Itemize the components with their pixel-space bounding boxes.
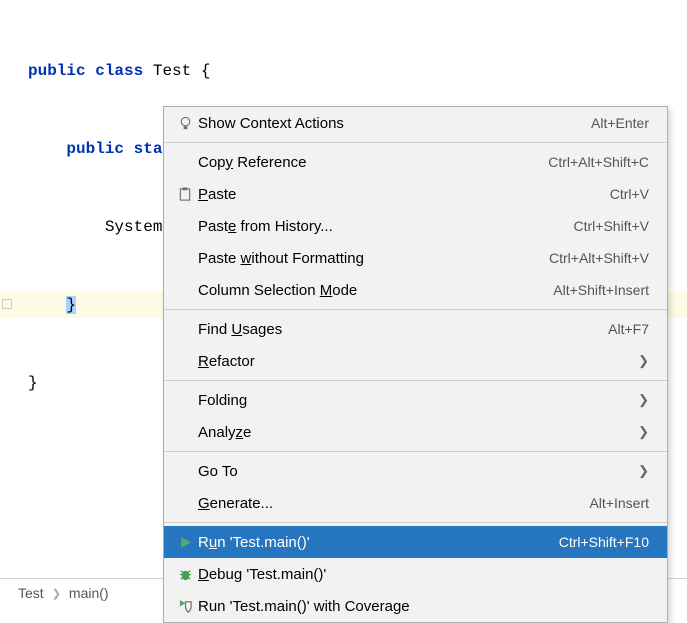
chevron-right-icon: ❯ [52,587,61,600]
close-brace: } [28,374,38,392]
menu-shortcut: Ctrl+Alt+Shift+V [549,250,649,266]
breadcrumb-item[interactable]: main() [69,585,109,601]
menu-shortcut: Ctrl+Alt+Shift+C [548,154,649,170]
menu-separator [164,451,667,452]
menu-separator [164,142,667,143]
menu-shortcut: Alt+F7 [608,321,649,337]
brace-match: } [66,296,76,314]
menu-separator [164,380,667,381]
breadcrumb-item[interactable]: Test [18,585,44,601]
menu-item-generate[interactable]: Generate... Alt+Insert [164,487,667,519]
menu-label: Analyze [198,424,638,441]
menu-item-goto[interactable]: Go To ❯ [164,455,667,487]
menu-label: Paste [198,186,610,203]
menu-separator [164,522,667,523]
context-menu: Show Context Actions Alt+Enter Copy Refe… [163,106,668,623]
menu-label: Refactor [198,353,638,370]
menu-item-folding[interactable]: Folding ❯ [164,384,667,416]
menu-label: Go To [198,463,638,480]
menu-label: Find Usages [198,321,608,338]
coverage-icon [172,599,198,614]
menu-item-paste-history[interactable]: Paste from History... Ctrl+Shift+V [164,210,667,242]
class-name: Test { [153,62,211,80]
keyword: public [28,62,86,80]
menu-item-find-usages[interactable]: Find Usages Alt+F7 [164,313,667,345]
menu-label: Run 'Test.main()' with Coverage [198,598,649,615]
menu-item-analyze[interactable]: Analyze ❯ [164,416,667,448]
menu-label: Column Selection Mode [198,282,553,299]
menu-label: Folding [198,392,638,409]
menu-shortcut: Ctrl+V [610,186,649,202]
chevron-right-icon: ❯ [638,392,649,408]
keyword: class [95,62,143,80]
clipboard-icon [172,187,198,202]
menu-item-copy-reference[interactable]: Copy Reference Ctrl+Alt+Shift+C [164,146,667,178]
menu-item-run[interactable]: Run 'Test.main()' Ctrl+Shift+F10 [164,526,667,558]
menu-item-run-coverage[interactable]: Run 'Test.main()' with Coverage [164,590,667,622]
menu-shortcut: Alt+Insert [589,495,649,511]
gutter-marker-icon[interactable] [2,299,12,309]
keyword: public [66,140,124,158]
menu-label: Paste without Formatting [198,250,549,267]
menu-label: Debug 'Test.main()' [198,566,649,583]
menu-label: Copy Reference [198,154,548,171]
bug-icon [172,567,198,582]
code-text: System. [105,218,172,236]
menu-shortcut: Ctrl+Shift+F10 [559,534,649,550]
chevron-right-icon: ❯ [638,463,649,479]
menu-separator [164,309,667,310]
chevron-right-icon: ❯ [638,353,649,369]
bulb-icon [172,116,198,131]
menu-item-debug[interactable]: Debug 'Test.main()' [164,558,667,590]
chevron-right-icon: ❯ [638,424,649,440]
code-line[interactable]: public class Test { [0,58,687,84]
menu-label: Paste from History... [198,218,574,235]
menu-shortcut: Alt+Shift+Insert [553,282,649,298]
menu-label: Generate... [198,495,589,512]
menu-item-show-context-actions[interactable]: Show Context Actions Alt+Enter [164,107,667,139]
menu-label: Show Context Actions [198,115,591,132]
play-icon [172,536,198,549]
menu-shortcut: Alt+Enter [591,115,649,131]
menu-item-column-selection[interactable]: Column Selection Mode Alt+Shift+Insert [164,274,667,306]
menu-item-refactor[interactable]: Refactor ❯ [164,345,667,377]
menu-item-paste[interactable]: Paste Ctrl+V [164,178,667,210]
menu-label: Run 'Test.main()' [198,534,559,551]
menu-item-paste-without-formatting[interactable]: Paste without Formatting Ctrl+Alt+Shift+… [164,242,667,274]
menu-shortcut: Ctrl+Shift+V [574,218,649,234]
